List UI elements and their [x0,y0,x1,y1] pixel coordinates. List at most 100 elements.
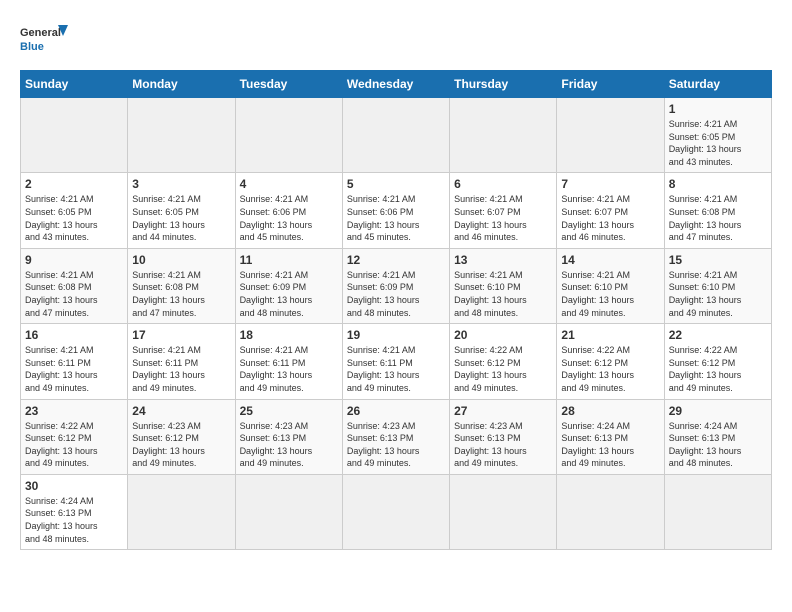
day-info: Sunrise: 4:21 AM Sunset: 6:06 PM Dayligh… [240,193,338,243]
day-info: Sunrise: 4:21 AM Sunset: 6:05 PM Dayligh… [669,118,767,168]
week-row-3: 16 Sunrise: 4:21 AM Sunset: 6:11 PM Dayli… [21,324,772,399]
day-info: Sunrise: 4:24 AM Sunset: 6:13 PM Dayligh… [561,420,659,470]
day-info: Sunrise: 4:23 AM Sunset: 6:12 PM Dayligh… [132,420,230,470]
day-info: Sunrise: 4:21 AM Sunset: 6:08 PM Dayligh… [132,269,230,319]
week-row-5: 30Sunrise: 4:24 AM Sunset: 6:13 PM Dayli… [21,474,772,549]
header-day-tuesday: Tuesday [235,71,342,98]
calendar-cell [450,98,557,173]
day-info: Sunrise: 4:21 AM Sunset: 6:11 PM Dayligh… [240,344,338,394]
calendar-cell: 26Sunrise: 4:23 AM Sunset: 6:13 PM Dayli… [342,399,449,474]
day-number: 20 [454,328,552,342]
calendar-cell: 14Sunrise: 4:21 AM Sunset: 6:10 PM Dayli… [557,248,664,323]
calendar-cell [557,98,664,173]
day-number: 6 [454,177,552,191]
header-day-wednesday: Wednesday [342,71,449,98]
calendar-cell [21,98,128,173]
day-number: 10 [132,253,230,267]
calendar-table: SundayMondayTuesdayWednesdayThursdayFrid… [20,70,772,550]
calendar-cell [342,474,449,549]
day-number: 25 [240,404,338,418]
day-number: 2 [25,177,123,191]
day-info: Sunrise: 4:21 AM Sunset: 6:10 PM Dayligh… [561,269,659,319]
calendar-cell [664,474,771,549]
header-day-monday: Monday [128,71,235,98]
calendar-cell: 6 Sunrise: 4:21 AM Sunset: 6:07 PM Daylig… [450,173,557,248]
day-number: 15 [669,253,767,267]
day-number: 18 [240,328,338,342]
day-info: Sunrise: 4:23 AM Sunset: 6:13 PM Dayligh… [454,420,552,470]
header-row: SundayMondayTuesdayWednesdayThursdayFrid… [21,71,772,98]
calendar-cell: 21Sunrise: 4:22 AM Sunset: 6:12 PM Dayli… [557,324,664,399]
day-number: 17 [132,328,230,342]
day-info: Sunrise: 4:22 AM Sunset: 6:12 PM Dayligh… [454,344,552,394]
svg-text:Blue: Blue [20,41,44,53]
calendar-cell: 23 Sunrise: 4:22 AM Sunset: 6:12 PM Dayli… [21,399,128,474]
day-number: 30 [25,479,123,493]
calendar-cell [128,98,235,173]
day-info: Sunrise: 4:24 AM Sunset: 6:13 PM Dayligh… [669,420,767,470]
day-info: Sunrise: 4:23 AM Sunset: 6:13 PM Dayligh… [347,420,445,470]
calendar-cell: 1 Sunrise: 4:21 AM Sunset: 6:05 PM Daylig… [664,98,771,173]
week-row-4: 23 Sunrise: 4:22 AM Sunset: 6:12 PM Dayli… [21,399,772,474]
calendar-cell: 24 Sunrise: 4:23 AM Sunset: 6:12 PM Dayli… [128,399,235,474]
calendar-cell: 11Sunrise: 4:21 AM Sunset: 6:09 PM Dayli… [235,248,342,323]
day-info: Sunrise: 4:22 AM Sunset: 6:12 PM Dayligh… [561,344,659,394]
day-info: Sunrise: 4:21 AM Sunset: 6:08 PM Dayligh… [669,193,767,243]
header-day-thursday: Thursday [450,71,557,98]
day-info: Sunrise: 4:21 AM Sunset: 6:08 PM Dayligh… [25,269,123,319]
day-number: 4 [240,177,338,191]
day-info: Sunrise: 4:22 AM Sunset: 6:12 PM Dayligh… [669,344,767,394]
day-number: 19 [347,328,445,342]
day-number: 29 [669,404,767,418]
logo: General Blue [20,20,70,60]
day-info: Sunrise: 4:21 AM Sunset: 6:07 PM Dayligh… [561,193,659,243]
day-info: Sunrise: 4:21 AM Sunset: 6:07 PM Dayligh… [454,193,552,243]
header-day-saturday: Saturday [664,71,771,98]
calendar-cell: 17 Sunrise: 4:21 AM Sunset: 6:11 PM Dayli… [128,324,235,399]
day-number: 23 [25,404,123,418]
calendar-cell: 10 Sunrise: 4:21 AM Sunset: 6:08 PM Dayli… [128,248,235,323]
day-info: Sunrise: 4:21 AM Sunset: 6:09 PM Dayligh… [347,269,445,319]
calendar-cell: 30Sunrise: 4:24 AM Sunset: 6:13 PM Dayli… [21,474,128,549]
header: General Blue [20,20,772,60]
day-number: 16 [25,328,123,342]
svg-text:General: General [20,27,61,39]
calendar-cell [128,474,235,549]
day-number: 5 [347,177,445,191]
day-number: 3 [132,177,230,191]
day-info: Sunrise: 4:21 AM Sunset: 6:05 PM Dayligh… [25,193,123,243]
calendar-cell: 19 Sunrise: 4:21 AM Sunset: 6:11 PM Dayli… [342,324,449,399]
day-number: 1 [669,102,767,116]
week-row-2: 9Sunrise: 4:21 AM Sunset: 6:08 PM Daylig… [21,248,772,323]
calendar-cell: 7Sunrise: 4:21 AM Sunset: 6:07 PM Daylig… [557,173,664,248]
day-number: 24 [132,404,230,418]
calendar-cell: 22 Sunrise: 4:22 AM Sunset: 6:12 PM Dayli… [664,324,771,399]
day-info: Sunrise: 4:21 AM Sunset: 6:11 PM Dayligh… [347,344,445,394]
calendar-cell: 8Sunrise: 4:21 AM Sunset: 6:08 PM Daylig… [664,173,771,248]
day-info: Sunrise: 4:21 AM Sunset: 6:10 PM Dayligh… [454,269,552,319]
day-info: Sunrise: 4:21 AM Sunset: 6:09 PM Dayligh… [240,269,338,319]
calendar-cell: 16Sunrise: 4:21 AM Sunset: 6:11 PM Dayli… [21,324,128,399]
day-number: 12 [347,253,445,267]
day-info: Sunrise: 4:22 AM Sunset: 6:12 PM Dayligh… [25,420,123,470]
calendar-cell: 2 Sunrise: 4:21 AM Sunset: 6:05 PM Daylig… [21,173,128,248]
day-number: 13 [454,253,552,267]
calendar-cell: 20 Sunrise: 4:22 AM Sunset: 6:12 PM Dayli… [450,324,557,399]
calendar-cell: 29 Sunrise: 4:24 AM Sunset: 6:13 PM Dayli… [664,399,771,474]
calendar-cell: 28Sunrise: 4:24 AM Sunset: 6:13 PM Dayli… [557,399,664,474]
calendar-cell: 25 Sunrise: 4:23 AM Sunset: 6:13 PM Dayli… [235,399,342,474]
calendar-cell [557,474,664,549]
calendar-cell [342,98,449,173]
calendar-cell: 15Sunrise: 4:21 AM Sunset: 6:10 PM Dayli… [664,248,771,323]
calendar-cell: 13 Sunrise: 4:21 AM Sunset: 6:10 PM Dayli… [450,248,557,323]
day-info: Sunrise: 4:21 AM Sunset: 6:11 PM Dayligh… [132,344,230,394]
day-number: 22 [669,328,767,342]
calendar-body: 1 Sunrise: 4:21 AM Sunset: 6:05 PM Daylig… [21,98,772,550]
day-info: Sunrise: 4:23 AM Sunset: 6:13 PM Dayligh… [240,420,338,470]
calendar-cell: 12 Sunrise: 4:21 AM Sunset: 6:09 PM Dayli… [342,248,449,323]
calendar-cell: 4 Sunrise: 4:21 AM Sunset: 6:06 PM Daylig… [235,173,342,248]
week-row-1: 2 Sunrise: 4:21 AM Sunset: 6:05 PM Daylig… [21,173,772,248]
day-info: Sunrise: 4:21 AM Sunset: 6:05 PM Dayligh… [132,193,230,243]
day-info: Sunrise: 4:21 AM Sunset: 6:06 PM Dayligh… [347,193,445,243]
calendar-header: SundayMondayTuesdayWednesdayThursdayFrid… [21,71,772,98]
